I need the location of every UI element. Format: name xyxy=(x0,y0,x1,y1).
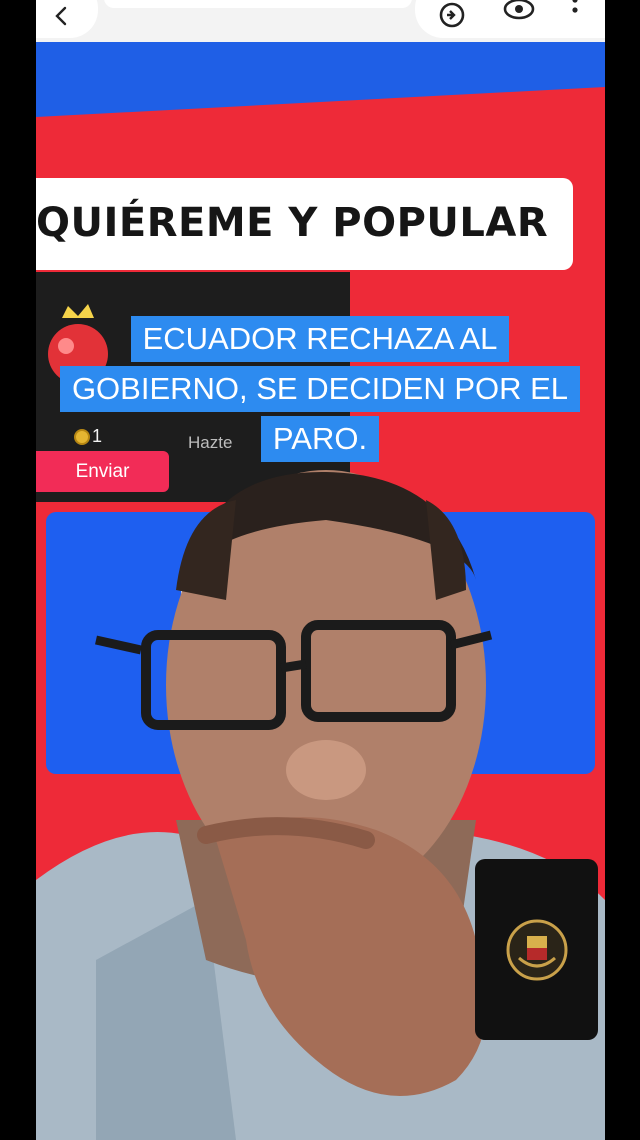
caption-line-3: PARO. xyxy=(260,416,380,462)
video-caption: ECUADOR RECHAZA AL GOBIERNO, SE DECIDEN … xyxy=(40,316,600,466)
video-frame[interactable]: QUIÉREME Y POPULAR 1 Hazte Enviar PO OR.… xyxy=(36,0,605,1140)
picture-in-picture-thumbnail[interactable] xyxy=(475,859,598,1040)
caption-line-1: ECUADOR RECHAZA AL xyxy=(130,316,510,362)
emblem-icon xyxy=(506,919,567,980)
caption-line-2: GOBIERNO, SE DECIDEN POR EL xyxy=(59,366,581,412)
